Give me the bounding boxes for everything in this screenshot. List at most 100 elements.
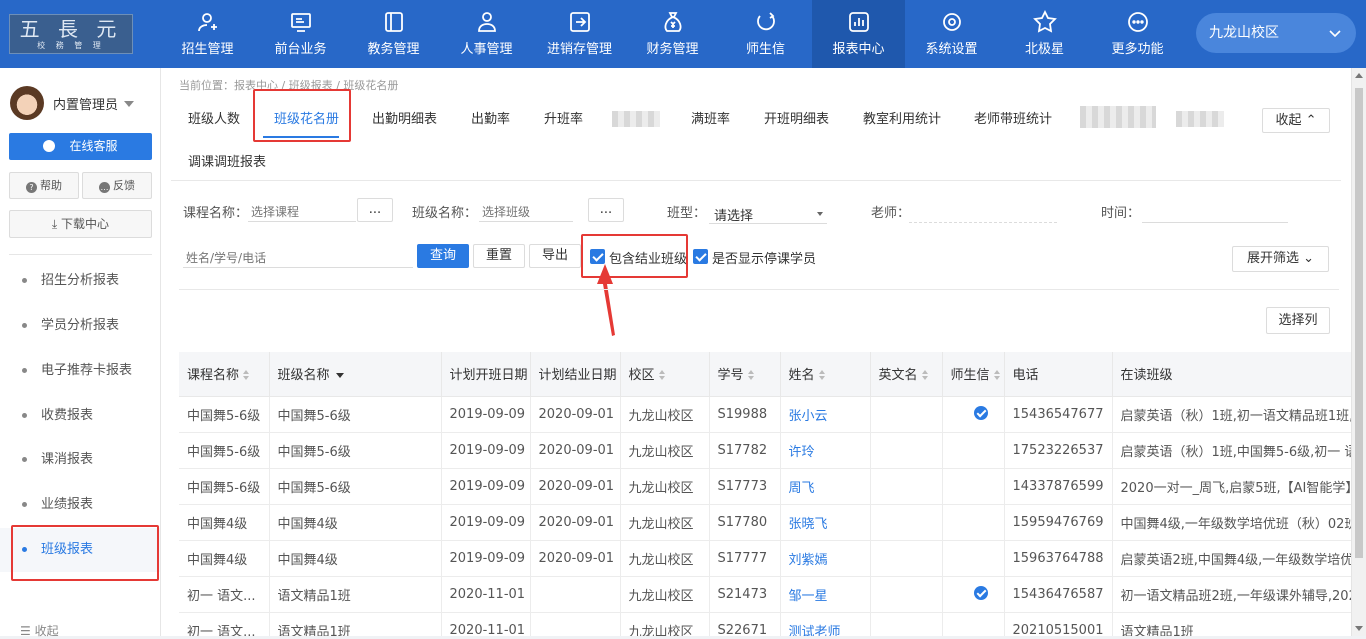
column-header[interactable]: 电话 — [1004, 352, 1113, 397]
sort-icon[interactable] — [993, 370, 1002, 381]
show-paused-label[interactable]: 是否显示停课学员 — [712, 248, 816, 267]
column-header[interactable]: 课程名称 — [179, 352, 270, 397]
scroll-up-icon[interactable] — [1355, 73, 1363, 78]
tab-class-opening-detail[interactable]: 开班明细表 — [764, 108, 829, 127]
table-cell[interactable]: 测试老师 — [780, 612, 871, 636]
user-name[interactable]: 内置管理员 — [53, 94, 118, 113]
nav-inventory[interactable]: 进销存管理 — [533, 0, 626, 68]
blurred-tab[interactable] — [1176, 111, 1224, 127]
reset-button[interactable]: 重置 — [473, 244, 525, 268]
table-row[interactable]: 中国舞4级 中国舞4级 2019-09-09 2020-09-01 九龙山校区 S1778… — [179, 504, 1351, 541]
class-type-label: 班型： — [667, 206, 707, 221]
table-cell: 九龙山校区 — [620, 396, 710, 433]
table-cell: 17523226537 — [1004, 432, 1113, 469]
table-cell[interactable]: 刘紫嫣 — [780, 540, 871, 577]
tab-transfer-report[interactable]: 调课调班报表 — [188, 151, 266, 170]
nav-front-desk[interactable]: 前台业务 — [254, 0, 347, 68]
table-cell[interactable]: 周飞 — [780, 468, 871, 505]
course-picker-button[interactable]: ... — [357, 198, 393, 222]
class-type-select[interactable]: 请选择 — [709, 200, 827, 224]
sort-icon[interactable] — [658, 370, 667, 381]
table-cell: 语文精品1班 — [269, 576, 442, 613]
sidebar-item-performance-report[interactable]: 业绩报表 — [0, 483, 160, 527]
tab-attendance-rate[interactable]: 出勤率 — [471, 108, 510, 127]
table-cell[interactable]: 邹一星 — [780, 576, 871, 613]
sidebar-item-recruitment-report[interactable]: 招生分析报表 — [0, 259, 160, 303]
nav-more[interactable]: 更多功能 — [1091, 0, 1184, 68]
sidebar-item-student-report[interactable]: 学员分析报表 — [0, 304, 160, 348]
expand-filter-button[interactable]: 展开筛选 ⌄ — [1232, 246, 1329, 272]
tab-full-class-rate[interactable]: 满班率 — [691, 108, 730, 127]
nav-polaris[interactable]: 北极星 — [998, 0, 1091, 68]
nav-recruitment[interactable]: 招生管理 — [161, 0, 254, 68]
sidebar-item-lesson-consumption-report[interactable]: 课消报表 — [0, 438, 160, 482]
teacher-select[interactable] — [909, 199, 1057, 223]
column-header[interactable]: 计划开班日期 — [441, 352, 531, 397]
help-button[interactable]: ? 帮助 — [9, 172, 79, 199]
sidebar-item-fee-report[interactable]: 收费报表 — [0, 394, 160, 438]
avatar[interactable] — [10, 86, 44, 120]
table-cell[interactable]: 许玲 — [780, 432, 871, 469]
table-row[interactable]: 初一 语文... 语文精品1班 2020-11-01 九龙山校区 S22671 测试老师 2… — [179, 612, 1351, 636]
blurred-tab[interactable] — [1080, 106, 1156, 128]
nav-reports[interactable]: 报表中心 — [812, 0, 905, 68]
caret-down-icon[interactable] — [124, 101, 134, 107]
table-cell[interactable]: 张小云 — [780, 396, 871, 433]
table-cell[interactable]: 张晓飞 — [780, 504, 871, 541]
class-picker-button[interactable]: ... — [588, 198, 624, 222]
column-header[interactable]: 师生信 — [942, 352, 1005, 397]
column-header[interactable]: 英文名 — [870, 352, 943, 397]
tab-class-count[interactable]: 班级人数 — [188, 108, 240, 127]
page-scrollbar[interactable] — [1351, 68, 1366, 636]
course-input[interactable] — [248, 198, 356, 222]
sort-desc-icon[interactable] — [335, 373, 344, 379]
column-header[interactable]: 计划结业日期 — [530, 352, 621, 397]
table-cell: 2020-11-01 — [441, 576, 531, 613]
column-header[interactable]: 校区 — [620, 352, 710, 397]
show-paused-checkbox[interactable] — [693, 249, 708, 264]
table-row[interactable]: 中国舞5-6级 中国舞5-6级 2019-09-09 2020-09-01 九龙山校区 S… — [179, 468, 1351, 505]
scroll-down-icon[interactable] — [1355, 626, 1363, 631]
nav-messages[interactable]: 师生信 — [719, 0, 812, 68]
sort-icon[interactable] — [818, 370, 827, 381]
table-cell — [942, 612, 1005, 636]
table-row[interactable]: 初一 语文... 语文精品1班 2020-11-01 九龙山校区 S21473 邹一星 15… — [179, 576, 1351, 613]
nav-hr[interactable]: 人事管理 — [440, 0, 533, 68]
column-header[interactable]: 在读班级 — [1112, 352, 1351, 397]
collapse-tabs-button[interactable]: 收起 ⌃ — [1262, 108, 1330, 133]
campus-selector[interactable]: 九龙山校区 — [1196, 13, 1356, 53]
class-input[interactable] — [479, 198, 573, 222]
choose-columns-button[interactable]: 选择列 — [1266, 307, 1330, 334]
nav-finance[interactable]: 财务管理 — [626, 0, 719, 68]
scroll-thumb[interactable] — [1355, 88, 1363, 558]
sort-icon[interactable] — [243, 370, 251, 381]
tab-classroom-utilization[interactable]: 教室利用统计 — [863, 108, 941, 127]
feedback-button[interactable]: … 反馈 — [82, 172, 152, 199]
table-row[interactable]: 中国舞5-6级 中国舞5-6级 2019-09-09 2020-09-01 九龙山校区 S… — [179, 432, 1351, 469]
export-button[interactable]: 导出 — [529, 244, 581, 268]
table-cell: 15959476769 — [1004, 504, 1113, 541]
time-range-input[interactable] — [1142, 199, 1288, 223]
table-cell: S17773 — [709, 468, 781, 505]
search-input[interactable] — [183, 244, 413, 268]
table-row[interactable]: 中国舞5-6级 中国舞5-6级 2019-09-09 2020-09-01 九龙山校区 S… — [179, 396, 1351, 433]
download-center-button[interactable]: ⤓ 下载中心 — [9, 210, 152, 238]
tab-teacher-class-stats[interactable]: 老师带班统计 — [974, 108, 1052, 127]
sort-icon[interactable] — [747, 370, 756, 381]
online-service-button[interactable]: 在线客服 — [9, 133, 152, 160]
nav-academic[interactable]: 教务管理 — [347, 0, 440, 68]
query-button[interactable]: 查询 — [417, 244, 469, 268]
sidebar-collapse-link[interactable]: ☰ 收起 — [20, 622, 59, 639]
table-row[interactable]: 中国舞4级 中国舞4级 2019-09-09 2020-09-01 九龙山校区 S1777… — [179, 540, 1351, 577]
table-cell: 中国舞5-6级 — [179, 432, 270, 469]
sidebar-item-referral-card-report[interactable]: 电子推荐卡报表 — [0, 349, 160, 393]
nav-settings[interactable]: 系统设置 — [905, 0, 998, 68]
column-header[interactable]: 姓名 — [780, 352, 871, 397]
sort-icon[interactable] — [921, 370, 930, 381]
column-header[interactable]: 班级名称 — [269, 352, 442, 397]
column-header[interactable]: 学号 — [709, 352, 781, 397]
blurred-tab[interactable] — [612, 111, 660, 127]
tab-promotion-rate[interactable]: 升班率 — [544, 108, 583, 127]
tab-attendance-detail[interactable]: 出勤明细表 — [372, 108, 437, 127]
brand-logo[interactable]: 五 長 元校 務 管 理 — [9, 14, 133, 54]
